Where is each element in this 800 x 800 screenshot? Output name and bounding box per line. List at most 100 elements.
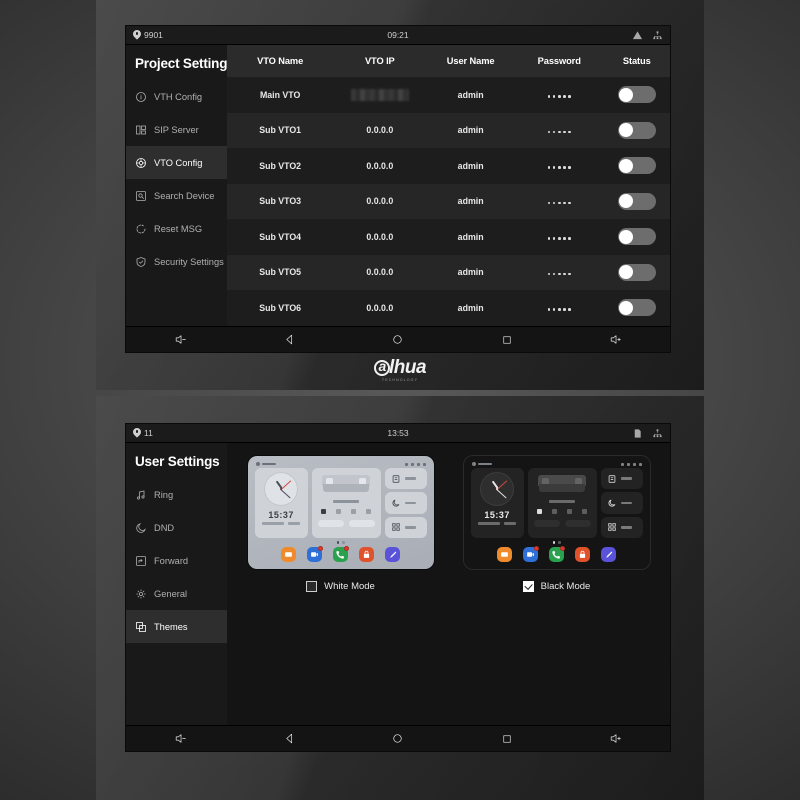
theme-preview-black[interactable]: 15:37: [463, 456, 650, 569]
cell-vto-ip[interactable]: 0.0.0.0: [333, 183, 427, 219]
status-toggle[interactable]: [617, 86, 656, 104]
preview-page-dots: [468, 541, 646, 544]
sidebar-item-reset-msg[interactable]: Reset MSG: [126, 212, 227, 245]
sidebar-item-vto-config[interactable]: VTO Config: [126, 146, 227, 179]
status-toggle[interactable]: [617, 228, 656, 246]
cell-vto-ip[interactable]: 0.0.0.0: [333, 254, 427, 290]
white-mode-selector[interactable]: White Mode: [306, 581, 375, 592]
back-button[interactable]: [272, 329, 306, 351]
sidebar-item-forward[interactable]: Forward: [126, 544, 227, 577]
sidebar-item-security-settings[interactable]: Security Settings: [126, 245, 227, 278]
cell-vto-ip[interactable]: 0.0.0.0: [333, 219, 427, 255]
toggle-knob: [619, 158, 634, 173]
cell-vto-name: Main VTO: [227, 77, 334, 113]
preview-time-label: 15:37: [484, 510, 510, 520]
password-mask: [547, 272, 571, 276]
cell-password[interactable]: [514, 77, 604, 113]
sidebar-item-label: Ring: [154, 489, 174, 500]
cell-vto-ip[interactable]: [333, 77, 427, 113]
sidebar-item-vth-config[interactable]: VTH Config: [126, 80, 227, 113]
table-row[interactable]: Sub VTO5 0.0.0.0 admin: [227, 254, 670, 290]
cell-password[interactable]: [514, 112, 604, 148]
weekday-bar: [504, 522, 517, 525]
home-icon: [393, 734, 403, 743]
status-toggle[interactable]: [617, 121, 656, 139]
theme-preview-white[interactable]: 15:37: [247, 456, 434, 569]
sidebar-item-label: General: [154, 588, 188, 599]
status-clock: 09:21: [387, 30, 409, 40]
cell-vto-ip[interactable]: 0.0.0.0: [333, 148, 427, 184]
sidebar-item-search-device[interactable]: Search Device: [126, 179, 227, 212]
status-toggle[interactable]: [617, 157, 656, 175]
cell-user-name[interactable]: admin: [426, 290, 515, 326]
theme-option-black[interactable]: 15:37 Black Mode: [463, 456, 650, 592]
sidebar-item-label: VTH Config: [154, 91, 203, 102]
forward-arrow-icon: [136, 555, 146, 566]
network-icon: [653, 30, 662, 39]
table-row[interactable]: Sub VTO1 0.0.0.0 admin: [227, 112, 670, 148]
theme-option-white[interactable]: 15:37 White Mode: [247, 456, 434, 592]
sidebar-item-sip-server[interactable]: SIP Server: [126, 113, 227, 146]
cell-vto-ip[interactable]: 0.0.0.0: [333, 290, 427, 326]
music-note-icon: [137, 490, 145, 500]
sidebar-item-ring[interactable]: Ring: [126, 478, 227, 511]
page-dot: [552, 541, 555, 544]
recents-button[interactable]: [490, 728, 524, 750]
preview-tile-dnd: [384, 492, 427, 514]
location-pin-icon: [133, 428, 141, 438]
cell-password[interactable]: [514, 254, 604, 290]
sidebar-item-themes[interactable]: Themes: [126, 610, 227, 643]
sidebar-item-general[interactable]: General: [126, 577, 227, 610]
app-icon-video-call: [523, 545, 539, 562]
table-row[interactable]: Sub VTO2 0.0.0.0 admin: [227, 148, 670, 184]
cell-vto-ip[interactable]: 0.0.0.0: [333, 112, 427, 148]
home-button[interactable]: [381, 329, 415, 351]
notification-badge: [560, 545, 565, 551]
status-toggle[interactable]: [617, 299, 656, 317]
sidebar-item-dnd[interactable]: DND: [126, 511, 227, 544]
cell-user-name[interactable]: admin: [426, 183, 515, 219]
cell-user-name[interactable]: admin: [426, 219, 515, 255]
app-icon-alarm: [359, 546, 374, 562]
volume-up-button[interactable]: [599, 728, 633, 750]
device-panel-top: 9901 09:21 Project Settings VTH Config S…: [96, 0, 704, 390]
themes-icon: [136, 621, 146, 632]
status-toggle[interactable]: [617, 263, 656, 281]
analog-clock-icon: [480, 472, 515, 506]
preview-icon: [626, 462, 630, 466]
cell-password[interactable]: [514, 290, 604, 326]
table-row[interactable]: Sub VTO6 0.0.0.0 admin: [227, 290, 670, 326]
preview-date-placeholder: [478, 522, 517, 525]
table-row[interactable]: Sub VTO4 0.0.0.0 admin: [227, 219, 670, 255]
volume-up-button[interactable]: [599, 329, 633, 351]
home-button[interactable]: [381, 728, 415, 750]
table-row[interactable]: Main VTO admin: [227, 77, 670, 113]
cell-user-name[interactable]: admin: [426, 148, 515, 184]
black-mode-checkbox[interactable]: [522, 581, 534, 592]
sidebar-item-label: Forward: [154, 555, 189, 566]
sofa-icon: [538, 475, 587, 494]
screen-user-settings: 11 13:53 User Settings Ring DND Forward …: [125, 423, 671, 752]
cell-password[interactable]: [514, 219, 604, 255]
cell-status: [603, 183, 670, 219]
cell-user-name[interactable]: admin: [426, 112, 515, 148]
volume-down-button[interactable]: [163, 329, 197, 351]
cell-password[interactable]: [514, 148, 604, 184]
white-mode-checkbox[interactable]: [306, 581, 318, 592]
info-circle-icon: [136, 91, 146, 102]
preview-icon: [416, 462, 420, 466]
table-header-row: VTO Name VTO IP User Name Password Statu…: [227, 45, 670, 77]
preview-id-text: [261, 463, 276, 465]
status-toggle[interactable]: [617, 192, 656, 210]
preview-time-label: 15:37: [268, 510, 294, 520]
clock-second-hand: [281, 480, 292, 490]
volume-down-button[interactable]: [163, 728, 197, 750]
cell-user-name[interactable]: admin: [426, 77, 515, 113]
table-row[interactable]: Sub VTO3 0.0.0.0 admin: [227, 183, 670, 219]
sofa-seat: [539, 484, 586, 492]
back-button[interactable]: [272, 728, 306, 750]
cell-password[interactable]: [514, 183, 604, 219]
cell-user-name[interactable]: admin: [426, 254, 515, 290]
recents-button[interactable]: [490, 329, 524, 351]
black-mode-selector[interactable]: Black Mode: [522, 581, 590, 592]
